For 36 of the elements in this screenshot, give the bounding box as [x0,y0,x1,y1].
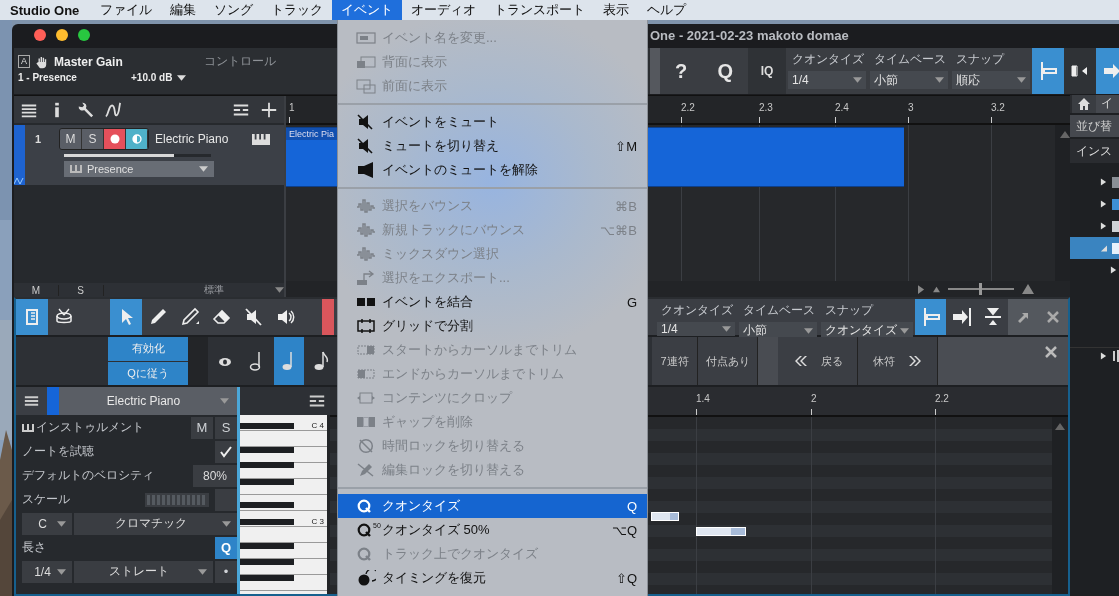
shortcut-label: G [626,294,637,310]
key-label: C 3 [311,517,324,526]
shortcut-label: ⌥Q [611,522,637,538]
velocity-label: デフォルトのベロシティ [22,468,155,483]
scale-label: スケール [22,492,71,507]
ruler-label: 1 [289,102,295,113]
audition-label: ノートを試聴 [22,444,95,459]
section-label: コントロール [204,53,276,70]
ruler-label: 3.2 [991,102,1005,113]
setting-label: クオンタイズ [791,51,865,68]
shortcut-label: ⌥⌘B [600,222,637,238]
setting-label: クオンタイズ [660,302,734,319]
track-name: Electric Piano [155,132,230,146]
instrument-label: インストゥルメント [36,420,145,435]
shortcut-label: ⇧M [615,138,637,154]
track-number: 1 [35,133,43,145]
setting-label: スナップ [824,302,875,319]
setting-label: タイムベース [873,51,947,68]
ruler-label: 2.2 [681,102,695,113]
setting-label: スナップ [955,51,1006,68]
ruler-label: 2.2 [935,393,949,404]
ruler-label: 3 [908,102,914,113]
ruler-label: 2.4 [835,102,849,113]
preset-name: 1 - Presence [18,72,78,83]
shortcut-label: ⌘B [615,198,637,214]
shortcut-label: Q [626,498,637,514]
control-name: Master Gain [54,54,124,69]
ruler-label: 2.3 [759,102,773,113]
ruler-label: 1.4 [696,393,710,404]
length-label: 長さ [22,540,47,555]
event-label: Electric Pia [286,128,337,140]
window-title: One - 2021-02-23 makoto domae [650,27,849,43]
key-label: C 4 [311,421,324,430]
shortcut-label: ⇧Q [615,570,637,586]
setting-label: タイムベース [742,302,816,319]
ruler-label: 2 [811,393,817,404]
